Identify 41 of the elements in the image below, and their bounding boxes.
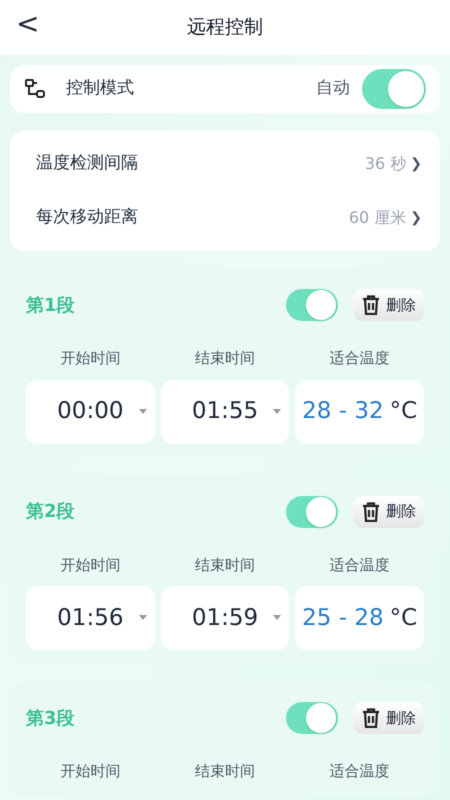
page-title: 远程控制 [187, 15, 263, 40]
column-label: 适合温度 [328, 348, 391, 369]
mode-value: 自动 [316, 77, 350, 100]
segment-title: 第3段 [26, 706, 75, 730]
trash-icon [362, 502, 380, 522]
column-label: 结束时间 [194, 348, 256, 369]
setting-label: 温度检测间隔 [36, 152, 138, 176]
column-label: 开始时间 [59, 761, 122, 782]
column-label: 结束时间 [194, 554, 256, 576]
column-label: 结束时间 [194, 761, 256, 782]
back-button[interactable]: < [16, 10, 40, 38]
dropdown-icon [273, 615, 282, 620]
delete-button[interactable]: 删除 [354, 496, 424, 528]
mode-label: 控制模式 [66, 77, 134, 100]
time-field[interactable]: 00:00 [26, 380, 155, 444]
temperature-field[interactable]: 25 - 28 °C [295, 586, 424, 650]
column-label: 适合温度 [328, 554, 391, 576]
column-label: 开始时间 [59, 554, 122, 576]
dropdown-icon [273, 408, 282, 414]
segment-title: 第2段 [26, 500, 75, 524]
trash-icon [362, 708, 380, 728]
toggle-switch[interactable] [286, 702, 338, 734]
dropdown-icon [138, 408, 147, 414]
temperature-field[interactable]: 28 - 32 °C [295, 380, 424, 444]
time-field[interactable]: 01:59 [160, 586, 290, 650]
column-label: 开始时间 [59, 348, 122, 369]
column-label: 适合温度 [328, 761, 391, 782]
time-field[interactable]: 01:56 [26, 586, 155, 650]
flow-icon [24, 78, 46, 100]
delete-button[interactable]: 删除 [354, 702, 424, 734]
trash-icon [362, 295, 380, 315]
time-field[interactable]: 01:55 [160, 380, 290, 444]
toggle-switch[interactable] [286, 289, 338, 321]
segment-title: 第1段 [26, 294, 75, 318]
toggle-switch[interactable] [362, 69, 426, 109]
setting-label: 每次移动距离 [36, 206, 138, 230]
dropdown-icon [138, 615, 147, 620]
chevron-icon[interactable]: ❯ [410, 208, 422, 228]
chevron-icon[interactable]: ❯ [410, 154, 422, 174]
toggle-switch[interactable] [286, 496, 338, 528]
delete-button[interactable]: 删除 [354, 289, 424, 321]
